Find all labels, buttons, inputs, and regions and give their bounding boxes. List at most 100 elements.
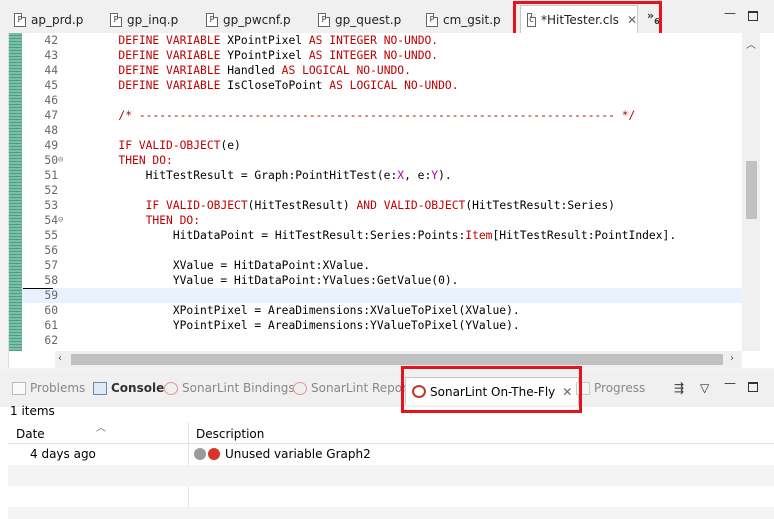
- sonarlint-bindings-icon: [164, 381, 178, 395]
- code-line[interactable]: 43 DEFINE VARIABLE YPointPixel AS INTEGE…: [22, 48, 742, 63]
- progress-file-icon: P: [426, 12, 438, 27]
- code-token: AND VALID-OBJECT: [356, 199, 466, 212]
- tab-sonarlint-bindings[interactable]: SonarLint Bindings: [164, 381, 295, 395]
- code-line[interactable]: 57 XValue = HitDataPoint:XValue.: [22, 258, 742, 273]
- code-token: AS INTEGER NO-UNDO.: [308, 49, 439, 62]
- vertical-scrollbar[interactable]: ︿: [742, 33, 760, 351]
- minimize-button[interactable]: —: [724, 376, 736, 390]
- code-line[interactable]: 45 DEFINE VARIABLE IsCloseToPoint AS LOG…: [22, 78, 742, 93]
- chevron-right-icon[interactable]: ›: [730, 353, 734, 364]
- tab-label: SonarLint On-The-Fly: [430, 384, 556, 399]
- code-line[interactable]: 53 IF VALID-OBJECT(HitTestResult) AND VA…: [22, 198, 742, 213]
- code-token: XPointPixel = AreaDimensions:XValueToPix…: [64, 304, 520, 317]
- chevron-up-icon[interactable]: ︿: [746, 36, 756, 51]
- code-token: Item: [465, 229, 493, 242]
- line-number: 62: [44, 334, 58, 347]
- chevron-left-icon[interactable]: ‹: [58, 353, 62, 364]
- code-line[interactable]: 56: [22, 243, 742, 258]
- code-line[interactable]: 47 /* ----------------------------------…: [22, 108, 742, 123]
- focus-button[interactable]: ⇶: [674, 381, 684, 395]
- code-line[interactable]: 55 HitDataPoint = HitTestResult:Series:P…: [22, 228, 742, 243]
- code-line[interactable]: 58 YValue = HitDataPoint:YValues:GetValu…: [22, 273, 742, 288]
- code-line[interactable]: 59: [22, 288, 742, 303]
- progress-file-icon: P: [206, 12, 218, 27]
- code-token: ).: [438, 169, 452, 182]
- column-description[interactable]: Description: [196, 427, 264, 441]
- fold-collapse-icon[interactable]: ⊖: [58, 153, 63, 168]
- tab-progress[interactable]: Progress: [576, 381, 645, 395]
- tab-overflow-button[interactable]: »6: [647, 9, 660, 26]
- table-row[interactable]: 4 days ago Unused variable Graph2: [8, 444, 774, 465]
- tab-problems[interactable]: Problems: [12, 381, 85, 395]
- progress-file-icon: P: [14, 12, 26, 27]
- tab-ap-prd[interactable]: P ap_prd.p: [8, 7, 83, 32]
- chevron-down-icon: ▽: [700, 381, 710, 395]
- code-token: IF VALID-OBJECT: [118, 139, 221, 152]
- code-lines[interactable]: 42 DEFINE VARIABLE XPointPixel AS INTEGE…: [22, 33, 742, 351]
- code-line[interactable]: 51 HitTestResult = Graph:PointHitTest(e:…: [22, 168, 742, 183]
- tab-gp-inq[interactable]: P gp_inq.p: [104, 7, 178, 32]
- code-line[interactable]: 44 DEFINE VARIABLE Handled AS LOGICAL NO…: [22, 63, 742, 78]
- tab-label: Progress: [594, 381, 646, 395]
- code-text: HitDataPoint = HitTestResult:Series:Poin…: [64, 228, 676, 243]
- code-token: DEFINE VARIABLE: [118, 34, 228, 47]
- code-token: THEN DO:: [145, 214, 201, 227]
- scroll-thumb[interactable]: [746, 161, 757, 219]
- code-token: (HitTestResult): [247, 199, 357, 212]
- focus-icon: ⇶: [674, 381, 685, 395]
- column-date[interactable]: Date: [16, 427, 45, 441]
- code-token: , e:: [404, 169, 432, 182]
- code-line[interactable]: 48: [22, 123, 742, 138]
- code-line[interactable]: 50 ⊖ THEN DO:: [22, 153, 742, 168]
- minimize-button[interactable]: —: [724, 6, 736, 20]
- code-line[interactable]: 46: [22, 93, 742, 108]
- close-icon[interactable]: ✕: [562, 385, 572, 399]
- tab-label: SonarLint Bindings: [182, 381, 295, 395]
- tab-cm-gsit[interactable]: P cm_gsit.p: [420, 7, 501, 32]
- item-count: 1 items: [10, 404, 55, 418]
- maximize-button[interactable]: [748, 381, 758, 395]
- scroll-thumb[interactable]: [71, 354, 723, 365]
- tab-console[interactable]: Console: [93, 381, 164, 395]
- line-number: 50: [44, 154, 58, 167]
- code-line[interactable]: 62: [22, 333, 742, 348]
- maximize-button[interactable]: [748, 10, 758, 24]
- code-token: AS INTEGER NO-UNDO.: [308, 34, 439, 47]
- tab-sonarlint-on-the-fly[interactable]: SonarLint On-The-Fly ✕: [405, 377, 580, 405]
- empty-row: [8, 465, 774, 486]
- code-line[interactable]: 54 ⊖ THEN DO:: [22, 213, 742, 228]
- line-number: 47: [44, 109, 58, 122]
- line-number: 45: [44, 79, 58, 92]
- sonarlint-icon: [412, 385, 426, 398]
- problems-icon: [12, 381, 26, 395]
- line-number: 44: [44, 64, 58, 77]
- maximize-icon: [748, 11, 758, 21]
- tab-label: *HitTester.cls: [541, 12, 619, 27]
- change-ruler: [9, 33, 22, 351]
- code-line[interactable]: 61 YPointPixel = AreaDimensions:YValueTo…: [22, 318, 742, 333]
- sort-ascending-icon: ︿: [96, 423, 106, 434]
- tab-sonarlint-report[interactable]: SonarLint Report: [293, 381, 412, 395]
- fold-collapse-icon[interactable]: ⊖: [58, 213, 63, 228]
- close-icon[interactable]: ✕: [627, 13, 637, 27]
- code-line[interactable]: 42 DEFINE VARIABLE XPointPixel AS INTEGE…: [22, 33, 742, 48]
- tab-gp-quest[interactable]: P gp_quest.p: [312, 7, 401, 32]
- line-number: 60: [44, 304, 58, 317]
- tab-hittester[interactable]: C *HitTester.cls ✕: [520, 5, 638, 33]
- tab-gp-pwcnf[interactable]: P gp_pwcnf.p: [200, 7, 291, 32]
- code-token: XValue = HitDataPoint:XValue.: [64, 259, 371, 272]
- view-menu-button[interactable]: ▽: [700, 381, 709, 395]
- horizontal-scrollbar[interactable]: ‹ ›: [55, 351, 742, 368]
- code-editor[interactable]: 42 DEFINE VARIABLE XPointPixel AS INTEGE…: [8, 33, 774, 368]
- line-number: 57: [44, 259, 58, 272]
- code-text: XPointPixel = AreaDimensions:XValueToPix…: [64, 303, 520, 318]
- code-token: IsCloseToPoint: [227, 79, 330, 92]
- code-line[interactable]: 60 XPointPixel = AreaDimensions:XValueTo…: [22, 303, 742, 318]
- code-line[interactable]: 49 IF VALID-OBJECT(e): [22, 138, 742, 153]
- code-token: YPointPixel = AreaDimensions:YValueToPix…: [64, 319, 520, 332]
- code-line[interactable]: 52: [22, 183, 742, 198]
- tab-label: SonarLint Report: [311, 381, 412, 395]
